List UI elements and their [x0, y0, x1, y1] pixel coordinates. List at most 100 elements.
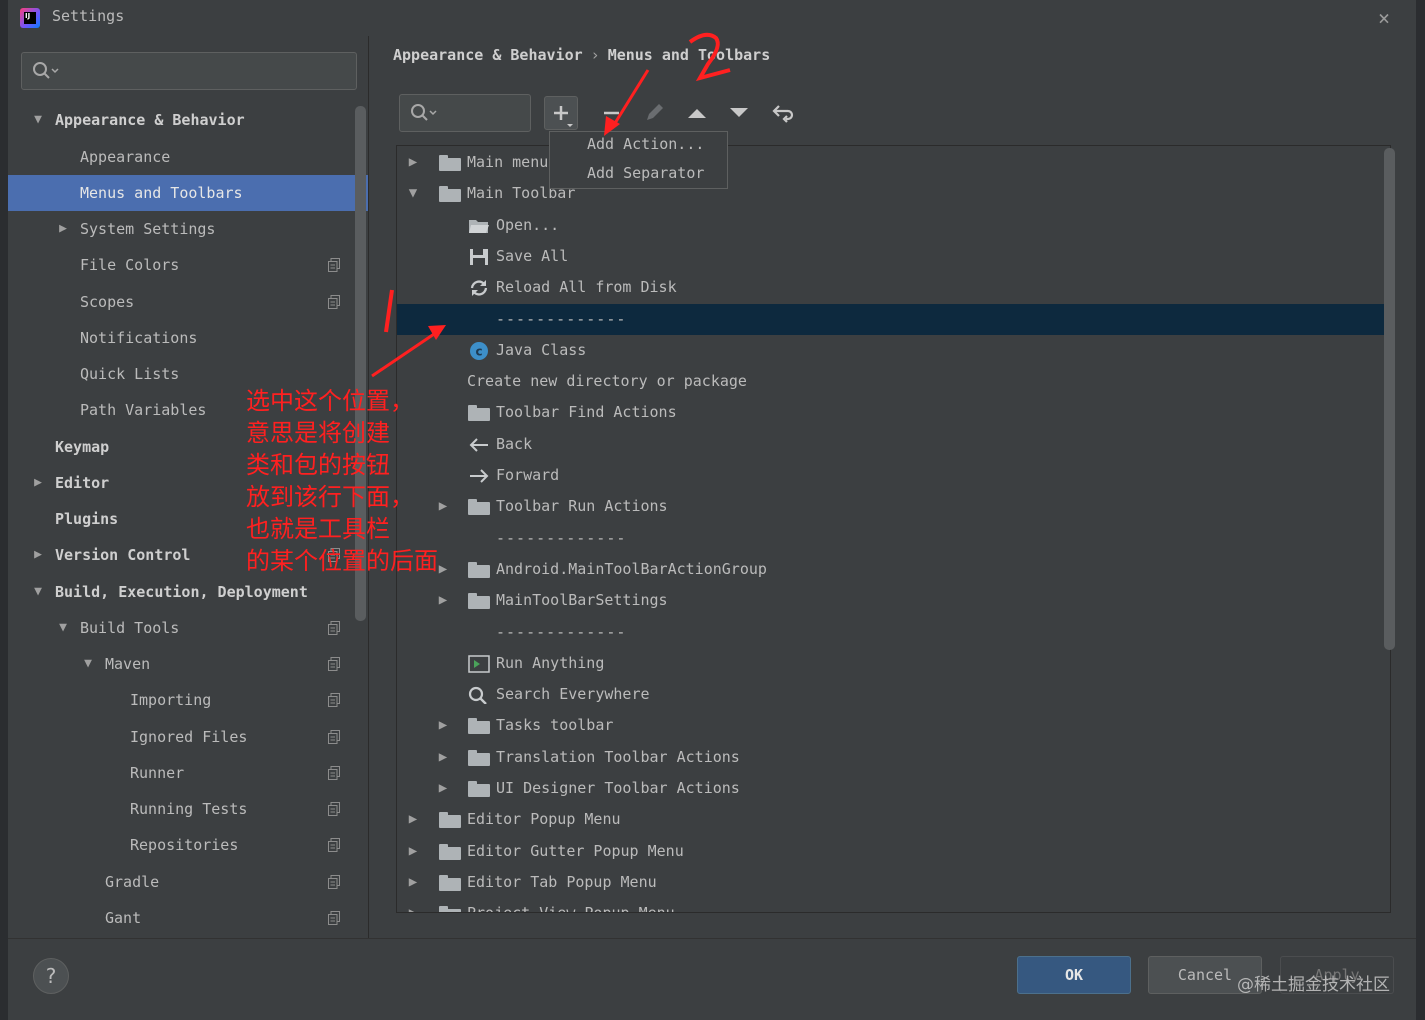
sidebar-item[interactable]: Appearance [8, 139, 368, 175]
breadcrumb-parent[interactable]: Appearance & Behavior [393, 46, 583, 64]
sidebar-item-label: Menus and Toolbars [80, 184, 243, 202]
ok-button[interactable]: OK [1017, 956, 1131, 994]
sidebar-item[interactable]: Importing [8, 682, 368, 718]
add-separator-item[interactable]: Add Separator [587, 164, 704, 182]
add-action-item[interactable]: Add Action... [587, 135, 704, 153]
expanded-arrow-icon[interactable]: ▼ [31, 102, 45, 138]
tree-row[interactable]: ▶ Editor Popup Menu [397, 804, 1390, 835]
tree-row-label: Editor Popup Menu [467, 810, 621, 829]
tree-row-label: Tasks toolbar [496, 716, 614, 735]
collapsed-arrow-icon[interactable]: ▶ [31, 465, 45, 501]
collapsed-arrow-icon[interactable]: ▶ [56, 211, 70, 247]
tree-row[interactable]: ▼ Main Toolbar [397, 178, 1390, 209]
tree-row[interactable]: ▶ Android.MainToolBarActionGroup [397, 554, 1390, 585]
tree-row-label: Translation Toolbar Actions [496, 747, 740, 766]
collapsed-arrow-icon[interactable]: ▶ [405, 147, 421, 178]
tree-row[interactable]: ▶ Toolbar Run Actions [397, 491, 1390, 522]
tree-row[interactable]: ▶ Editor Tab Popup Menu [397, 867, 1390, 898]
collapsed-arrow-icon[interactable]: ▶ [405, 804, 421, 835]
edit-button[interactable] [637, 96, 671, 130]
move-down-button[interactable] [722, 96, 756, 130]
annotation-line: 意思是将创建 [246, 419, 390, 447]
tree-row[interactable]: ▶ Main menu [397, 147, 1390, 178]
tree-row-label: Save All [496, 246, 569, 265]
sidebar-item-label: Quick Lists [80, 365, 180, 383]
tree-row[interactable]: ▶ MainToolBarSettings [397, 585, 1390, 616]
tree-row[interactable]: ▶ Editor Gutter Popup Menu [397, 836, 1390, 867]
actions-search-input[interactable] [399, 94, 531, 132]
java-class-icon: c [470, 341, 488, 360]
background-right-edge [1416, 0, 1425, 1020]
collapsed-arrow-icon[interactable]: ▶ [435, 742, 451, 773]
sidebar-item[interactable]: Runner [8, 755, 368, 791]
tree-row-label: UI Designer Toolbar Actions [496, 779, 740, 797]
sidebar-item[interactable]: ▶ System Settings [8, 211, 368, 247]
tree-row[interactable]: Run Anything [397, 648, 1390, 679]
sidebar-item[interactable]: Scopes [8, 284, 368, 320]
collapsed-arrow-icon[interactable]: ▶ [405, 898, 421, 912]
project-level-icon [328, 802, 340, 816]
add-button[interactable] [544, 96, 578, 130]
folder-icon [439, 906, 461, 912]
sidebar-item[interactable]: File Colors [8, 247, 368, 283]
tree-row[interactable]: Reload All from Disk [397, 272, 1390, 303]
sidebar-item[interactable]: Ignored Files [8, 719, 368, 755]
sidebar-item[interactable]: Running Tests [8, 791, 368, 827]
separator-label: ------------- [496, 622, 627, 641]
tree-row-label: Reload All from Disk [496, 278, 677, 297]
sidebar-item[interactable]: ▼ Build, Execution, Deployment [8, 574, 368, 610]
tree-separator-row[interactable]: ------------- [397, 303, 1390, 335]
move-up-icon [688, 109, 706, 118]
tree-row[interactable]: c Java Class [397, 335, 1390, 366]
tree-row[interactable]: ▶ UI Designer Toolbar Actions [397, 773, 1390, 804]
tree-row[interactable]: Toolbar Find Actions [397, 397, 1390, 428]
sidebar-item-label: Scopes [80, 293, 135, 311]
tree-row[interactable]: Save All [397, 241, 1390, 272]
tree-row[interactable]: ▶ Translation Toolbar Actions [397, 742, 1390, 773]
tree-row[interactable]: Search Everywhere [397, 679, 1390, 710]
sidebar-item[interactable]: Gradle [8, 864, 368, 900]
tree-row[interactable]: Forward [397, 460, 1390, 491]
tree-row[interactable]: ▶ Project View Popup Menu [397, 898, 1390, 912]
breadcrumb-current: Menus and Toolbars [607, 46, 771, 64]
sidebar-item-label: Running Tests [130, 800, 248, 818]
folder-icon [468, 749, 490, 766]
sidebar-item[interactable]: Notifications [8, 320, 368, 356]
sidebar-item[interactable]: ▼ Build Tools [8, 610, 368, 646]
plus-icon [554, 106, 573, 127]
tree-row[interactable]: Create new directory or package [397, 366, 1390, 397]
collapsed-arrow-icon[interactable]: ▶ [405, 836, 421, 867]
sidebar-item[interactable]: Menus and Toolbars [8, 175, 368, 211]
collapsed-arrow-icon[interactable]: ▶ [435, 585, 451, 616]
folder-icon [468, 718, 490, 735]
move-up-button[interactable] [680, 96, 714, 130]
sidebar-item-label: Gant [105, 909, 142, 927]
expanded-arrow-icon[interactable]: ▼ [405, 178, 421, 209]
remove-button[interactable] [595, 96, 629, 130]
sidebar-item[interactable]: ▼ Maven [8, 646, 368, 682]
tree-separator-row[interactable]: ------------- [397, 523, 1390, 554]
collapsed-arrow-icon[interactable]: ▶ [405, 867, 421, 898]
tree-scrollbar[interactable] [1384, 148, 1395, 650]
expanded-arrow-icon[interactable]: ▼ [56, 610, 70, 646]
expanded-arrow-icon[interactable]: ▼ [81, 646, 95, 682]
separator-label: ------------- [496, 309, 627, 328]
sidebar-item[interactable]: Gant [8, 900, 368, 936]
tree-row[interactable]: ▶ Tasks toolbar [397, 710, 1390, 741]
restore-button[interactable] [765, 96, 799, 130]
sidebar-item[interactable]: ▼ Appearance & Behavior [8, 102, 368, 138]
move-down-icon [730, 108, 748, 117]
sidebar-item-label: Editor [55, 474, 110, 492]
expanded-arrow-icon[interactable]: ▼ [31, 574, 45, 610]
collapsed-arrow-icon[interactable]: ▶ [435, 710, 451, 741]
collapsed-arrow-icon[interactable]: ▶ [435, 773, 451, 804]
help-button[interactable]: ? [33, 958, 69, 994]
tree-row[interactable]: Back [397, 429, 1390, 460]
close-icon[interactable]: × [1378, 6, 1390, 30]
collapsed-arrow-icon[interactable]: ▶ [31, 537, 45, 573]
tree-separator-row[interactable]: ------------- [397, 617, 1390, 648]
sidebar-item-label: File Colors [80, 256, 180, 274]
settings-search-input[interactable] [21, 52, 357, 90]
sidebar-item[interactable]: Repositories [8, 827, 368, 863]
tree-row[interactable]: Open... [397, 210, 1390, 241]
